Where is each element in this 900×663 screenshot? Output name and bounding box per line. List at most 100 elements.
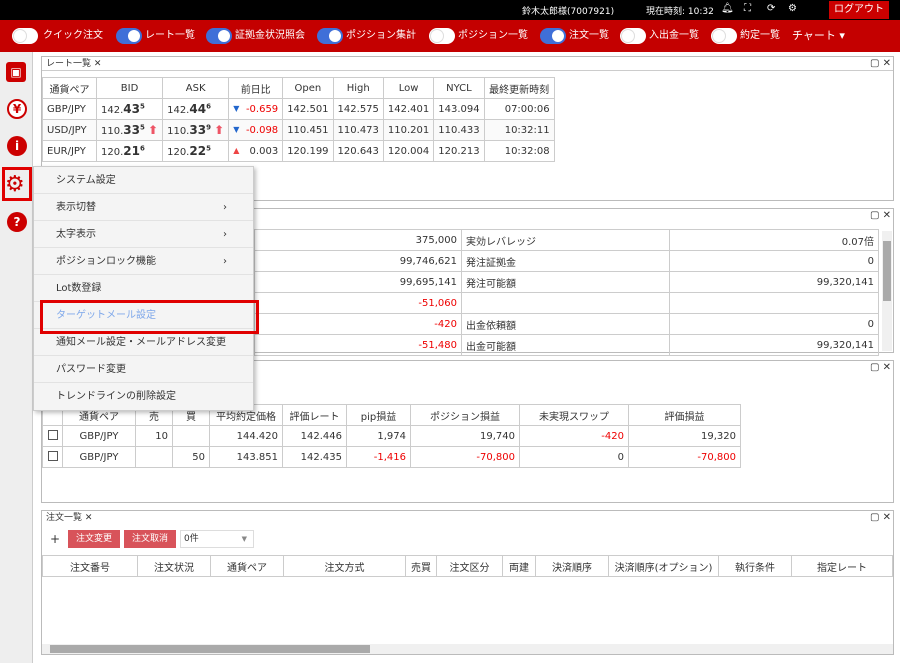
- table-row[interactable]: USD/JPY 110.335 ⬆ 110.339 ⬆ ▼ -0.098 110.…: [42, 119, 555, 141]
- yen-icon[interactable]: ¥: [7, 99, 27, 119]
- logout-button[interactable]: ログアウト: [829, 1, 889, 19]
- row-checkbox-cell[interactable]: [42, 425, 63, 447]
- high-cell: 110.473: [332, 119, 384, 141]
- ask-cell[interactable]: 142.446: [162, 98, 230, 120]
- maximize-icon[interactable]: ▢: [870, 362, 879, 373]
- toggle-position-list[interactable]: [429, 28, 455, 44]
- col-header: 評価レート: [282, 404, 347, 426]
- save-icon[interactable]: ▣: [6, 62, 26, 82]
- maximize-icon[interactable]: ▢: [870, 58, 879, 69]
- cancel-order-button[interactable]: 注文取消: [124, 530, 176, 548]
- bid-cell[interactable]: 110.335 ⬆: [95, 119, 164, 141]
- scrollbar-thumb[interactable]: [50, 645, 370, 653]
- toggle-position-summary[interactable]: [317, 28, 343, 44]
- maximize-icon[interactable]: ▢: [870, 512, 879, 523]
- toggle-execution-list[interactable]: [711, 28, 737, 44]
- modify-order-button[interactable]: 注文変更: [68, 530, 120, 548]
- maximize-icon[interactable]: ▢: [870, 210, 879, 221]
- swap-cell: 0: [519, 446, 629, 468]
- value-cell: 0: [669, 313, 879, 335]
- close-tab-icon[interactable]: ✕: [94, 59, 102, 69]
- close-icon[interactable]: ✕: [883, 58, 891, 69]
- help-icon[interactable]: ?: [7, 212, 27, 232]
- bid-cell[interactable]: 120.216: [95, 140, 164, 162]
- sell-cell: [135, 446, 173, 468]
- nav-margin-status[interactable]: 証拠金状況照会: [235, 28, 305, 44]
- nav-deposit-list[interactable]: 入出金一覧: [649, 28, 699, 44]
- scrollbar[interactable]: [882, 231, 892, 351]
- bid-pips: 43: [123, 102, 140, 116]
- close-icon[interactable]: ✕: [883, 210, 891, 221]
- close-icon[interactable]: ✕: [883, 512, 891, 523]
- checkbox[interactable]: [47, 429, 58, 440]
- menu-item-label: パスワード変更: [56, 364, 126, 375]
- open-cell: 110.451: [282, 119, 334, 141]
- col-header: pip損益: [346, 404, 411, 426]
- fullscreen-icon[interactable]: ⛶: [744, 3, 751, 14]
- nav-execution-list[interactable]: 約定一覧: [740, 28, 780, 44]
- bell-icon[interactable]: 🔔︎: [721, 3, 734, 14]
- toggle-quick-order[interactable]: [12, 28, 38, 44]
- nav-position-list[interactable]: ポジション一覧: [458, 28, 528, 44]
- change-cell: ▼ -0.098: [228, 119, 284, 141]
- menu-item-display-switch[interactable]: 表示切替 ›: [34, 194, 253, 221]
- table-row[interactable]: GBP/JPY 10 144.420 142.446 1,974 19,740 …: [42, 425, 741, 447]
- info-icon[interactable]: i: [7, 136, 27, 156]
- nav-rate-list[interactable]: レート一覧: [145, 28, 195, 44]
- scrollbar-thumb[interactable]: [883, 241, 891, 301]
- col-header: 執行条件: [718, 555, 792, 577]
- toggle-deposit-list[interactable]: [620, 28, 646, 44]
- count-dropdown[interactable]: 0件 ▼: [180, 530, 254, 548]
- nav-quick-order[interactable]: クイック注文: [43, 28, 103, 44]
- gear-icon[interactable]: ⚙: [788, 3, 797, 14]
- menu-item-password-change[interactable]: パスワード変更: [34, 356, 253, 383]
- caret-down-icon: ▼: [241, 535, 247, 543]
- chevron-right-icon: ›: [223, 229, 227, 240]
- close-icon[interactable]: ✕: [883, 362, 891, 373]
- menu-item-position-lock[interactable]: ポジションロック機能 ›: [34, 248, 253, 275]
- horizontal-scrollbar[interactable]: [42, 644, 893, 654]
- menu-item-trendline-delete[interactable]: トレンドラインの削除設定: [34, 383, 253, 410]
- value-cell: 0.07倍: [669, 229, 879, 251]
- arrow-up-icon: ⬆: [214, 123, 225, 137]
- toggle-margin-status[interactable]: [206, 28, 232, 44]
- table-row[interactable]: GBP/JPY 142.435 142.446 ▼ -0.659 142.501 …: [42, 98, 555, 120]
- ask-prefix: 110.: [167, 126, 190, 137]
- close-tab-icon[interactable]: ✕: [85, 513, 93, 523]
- bid-cell[interactable]: 142.435: [95, 98, 164, 120]
- positions-table: 通貨ペア 売 買 平均約定価格 評価レート pip損益 ポジション損益 未実現ス…: [42, 404, 741, 468]
- swap-cell: -420: [519, 425, 629, 447]
- menu-item-bold-display[interactable]: 太字表示 ›: [34, 221, 253, 248]
- rates-panel-title: レート一覧: [46, 59, 92, 69]
- nav-position-summary[interactable]: ポジション集計: [346, 28, 416, 44]
- row-checkbox-cell[interactable]: [42, 446, 63, 468]
- high-cell: 120.643: [332, 140, 384, 162]
- count-value: 0件: [184, 534, 199, 544]
- refresh-icon[interactable]: ⟳: [767, 3, 775, 14]
- nycl-cell: 110.433: [433, 119, 485, 141]
- value-cell: -51,480: [254, 334, 462, 356]
- value-cell: 99,320,141: [669, 334, 879, 356]
- table-row[interactable]: GBP/JPY 50 143.851 142.435 -1,416 -70,80…: [42, 446, 741, 468]
- menu-item-system-settings[interactable]: システム設定: [34, 167, 253, 194]
- table-row: -51,480 出金可能額 99,320,141: [254, 334, 879, 356]
- toggle-rate-list[interactable]: [116, 28, 142, 44]
- table-row[interactable]: EUR/JPY 120.216 120.225 ▲ 0.003 120.199 1…: [42, 140, 555, 162]
- add-button[interactable]: +: [46, 530, 64, 548]
- ask-cell[interactable]: 110.339 ⬆: [162, 119, 230, 141]
- bid-fraction: 5: [139, 123, 145, 132]
- col-header: 評価損益: [628, 404, 741, 426]
- menu-item-label: 太字表示: [56, 229, 96, 240]
- chart-menu[interactable]: チャート ▾: [792, 28, 845, 44]
- value-cell: -420: [254, 313, 462, 335]
- toggle-order-list[interactable]: [540, 28, 566, 44]
- nav-order-list[interactable]: 注文一覧: [569, 28, 609, 44]
- checkbox[interactable]: [47, 450, 58, 461]
- target-mail-highlight-box: [40, 300, 259, 334]
- ask-cell[interactable]: 120.225: [162, 140, 230, 162]
- ask-pips: 22: [189, 144, 207, 158]
- value-cell: -51,060: [254, 292, 462, 314]
- menu-item-label: ポジションロック機能: [56, 256, 156, 267]
- menu-item-lot-registration[interactable]: Lot数登録: [34, 275, 253, 302]
- menu-item-label: トレンドラインの削除設定: [56, 391, 176, 402]
